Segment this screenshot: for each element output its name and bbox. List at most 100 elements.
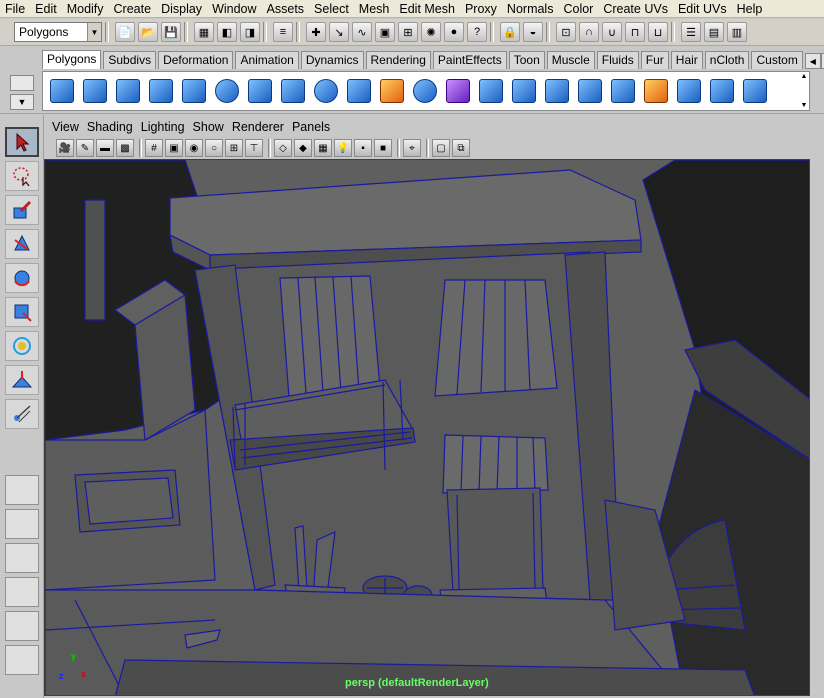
separate-button[interactable] [344,76,374,106]
boolean-button[interactable] [443,76,473,106]
soft-modification-tool[interactable] [5,365,39,395]
gate-mask-icon[interactable]: ○ [205,139,223,157]
highlight-selection-icon[interactable]: ◒ [523,22,543,42]
lasso-tool[interactable] [5,161,39,191]
select-deformations-icon[interactable]: ⊞ [398,22,418,42]
select-camera-icon[interactable]: 🎥 [56,139,74,157]
poly-cone-button[interactable] [146,76,176,106]
menu-set-select[interactable]: Polygons ▼ [14,22,102,42]
rotate-tool[interactable] [5,263,39,293]
persp-outliner-layout-button[interactable] [5,543,39,573]
select-joints-icon[interactable]: ↘ [329,22,349,42]
shelf-tab-hair[interactable]: Hair [670,51,703,69]
shelf-tab-fur[interactable]: Fur [640,51,669,69]
panel-menu-renderer[interactable]: Renderer [228,118,288,136]
move-tool[interactable] [5,229,39,259]
save-scene-icon[interactable]: 💾 [161,22,181,42]
menu-edit[interactable]: Edit [30,0,62,18]
snap-grid-icon[interactable]: ⊡ [556,22,576,42]
single-perspective-layout-button[interactable] [5,475,39,505]
isolate-select-icon[interactable]: ⌖ [403,139,421,157]
chevron-up-icon[interactable]: ▲ [801,73,808,80]
bookmarks-icon[interactable]: ▬ [96,139,114,157]
camera-attributes-icon[interactable]: ✎ [76,139,94,157]
menu-assets[interactable]: Assets [262,0,310,18]
append-polygon-button[interactable] [542,76,572,106]
make-live-icon[interactable]: ⊔ [648,22,668,42]
new-scene-icon[interactable]: 📄 [115,22,135,42]
ipr-render-icon[interactable]: ▥ [727,22,747,42]
menu-mesh[interactable]: Mesh [354,0,395,18]
poly-sphere-button[interactable] [47,76,77,106]
select-curves-icon[interactable]: ∿ [352,22,372,42]
textured-icon[interactable]: ▦ [314,139,332,157]
split-button[interactable] [674,76,704,106]
menu-proxy[interactable]: Proxy [460,0,502,18]
paint-select-tool[interactable] [5,195,39,225]
menu-display[interactable]: Display [156,0,207,18]
offset-loop-button[interactable] [740,76,770,106]
four-view-layout-button[interactable] [5,509,39,539]
image-plane-icon[interactable]: ▩ [116,139,134,157]
perspective-viewport[interactable]: y x z persp (defaultRenderLayer) [44,159,810,696]
extract-button[interactable] [377,76,407,106]
menu-create-uvs[interactable]: Create UVs [598,0,673,18]
use-all-lights-icon[interactable]: 💡 [334,139,352,157]
open-scene-icon[interactable]: 📂 [138,22,158,42]
snap-curve-icon[interactable]: ∩ [579,22,599,42]
poly-pyramid-button[interactable] [245,76,275,106]
menu-window[interactable]: Window [207,0,261,18]
universal-manipulator-tool[interactable] [5,331,39,361]
menu-help[interactable]: Help [732,0,768,18]
hypershade-layout-button[interactable] [5,611,39,641]
shelf-tab-painteffects[interactable]: PaintEffects [432,51,507,69]
shelf-tab-toon[interactable]: Toon [508,51,545,69]
menu-file[interactable]: File [0,0,30,18]
lock-icon[interactable]: 🔒 [500,22,520,42]
menu-modify[interactable]: Modify [62,0,109,18]
smooth-button[interactable] [410,76,440,106]
menu-create[interactable]: Create [109,0,157,18]
average-vertices-button[interactable] [509,76,539,106]
snap-point-icon[interactable]: ∪ [602,22,622,42]
shelf-tab-muscle[interactable]: Muscle [546,51,595,69]
shelf-tab-dynamics[interactable]: Dynamics [300,51,364,69]
xray-icon[interactable]: ▢ [432,139,450,157]
select-misc-icon[interactable]: ? [467,22,487,42]
combine-button[interactable] [311,76,341,106]
shelf-tab-fluids[interactable]: Fluids [596,51,639,69]
select-rendering-icon[interactable]: ● [444,22,464,42]
menu-edit-mesh[interactable]: Edit Mesh [394,0,460,18]
mirror-button[interactable] [476,76,506,106]
poly-plane-button[interactable] [179,76,209,106]
select-handles-icon[interactable]: ✚ [306,22,326,42]
shelf-tab-deformation[interactable]: Deformation [158,51,234,69]
field-chart-icon[interactable]: ⊞ [225,139,243,157]
panel-menu-panels[interactable]: Panels [288,118,334,136]
select-component-icon[interactable]: ◨ [240,22,260,42]
extrude-button[interactable] [575,76,605,106]
poly-cylinder-button[interactable] [113,76,143,106]
shelf-tabs-menu-button[interactable] [10,75,34,91]
resolution-gate-icon[interactable]: ◉ [185,139,203,157]
xray-joints-icon[interactable]: ⧉ [452,139,470,157]
persp-trax-layout-button[interactable] [5,645,39,675]
shelf-tab-ncloth[interactable]: nCloth [704,51,750,69]
show-manipulator-tool[interactable] [5,399,39,429]
menu-select[interactable]: Select [309,0,354,18]
shelf-tab-subdivs[interactable]: Subdivs [103,51,157,69]
film-gate-icon[interactable]: ▣ [165,139,183,157]
chevron-down-icon[interactable]: ▼ [87,23,101,41]
history-icon[interactable]: ☰ [681,22,701,42]
scale-tool[interactable] [5,297,39,327]
panel-menu-lighting[interactable]: Lighting [137,118,189,136]
wireframe-icon[interactable]: ◇ [274,139,292,157]
shelf-editor-button[interactable]: ▼ [10,94,34,110]
poly-pipe-button[interactable] [278,76,308,106]
select-hierarchy-icon[interactable]: ▦ [194,22,214,42]
select-dynamics-icon[interactable]: ✺ [421,22,441,42]
poly-torus-button[interactable] [212,76,242,106]
safe-action-icon[interactable]: ⊤ [245,139,263,157]
poly-cube-button[interactable] [80,76,110,106]
insert-loop-button[interactable] [707,76,737,106]
